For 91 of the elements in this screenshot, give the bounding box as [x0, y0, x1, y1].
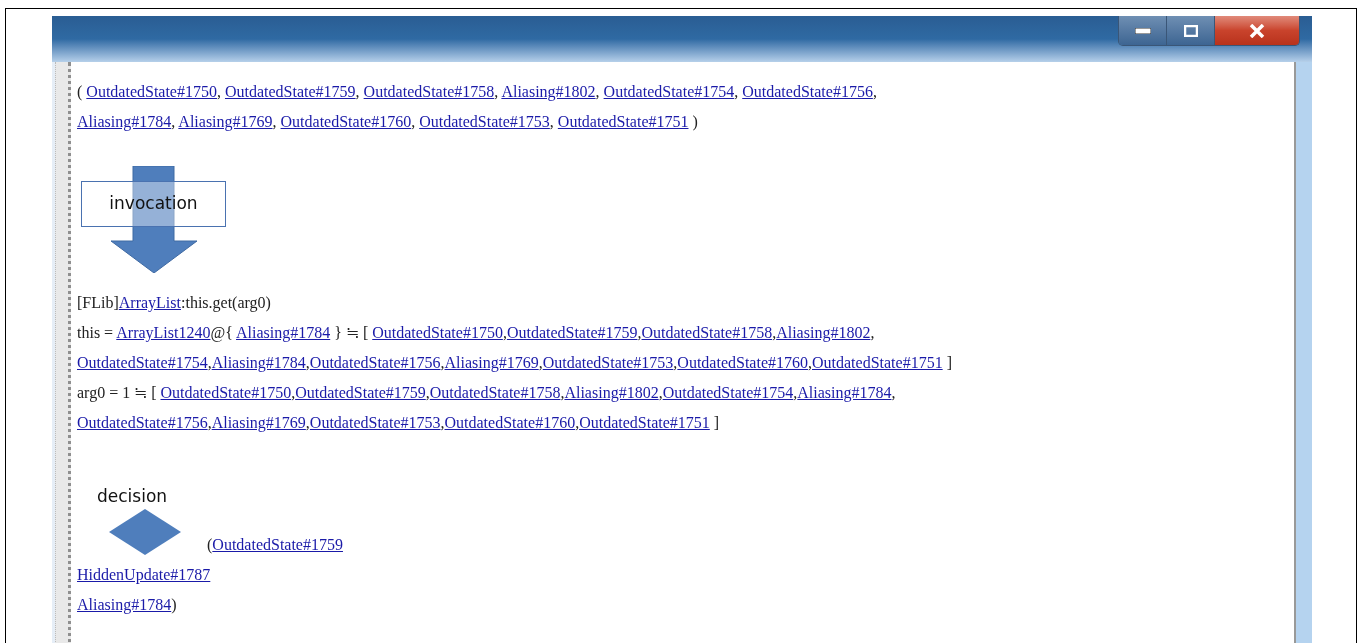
code-text: , [440, 354, 445, 371]
code-text: this = [77, 324, 115, 341]
link[interactable]: OutdatedState#1760 [677, 354, 808, 371]
maximize-button[interactable] [1167, 16, 1215, 45]
code-text: @{ [210, 324, 234, 341]
code-text: ] [712, 414, 720, 431]
link[interactable]: OutdatedState#1754 [662, 384, 794, 401]
link[interactable]: Aliasing#1802 [564, 384, 659, 401]
code-text: , [305, 354, 310, 371]
code-text: , [272, 113, 278, 130]
link[interactable]: OutdatedState#1759 [212, 536, 343, 553]
code-text: :this.get(arg0) [181, 294, 271, 311]
link[interactable]: OutdatedState#1754 [77, 354, 208, 371]
invocation-label: invocation [81, 181, 226, 227]
code-text: , [870, 324, 875, 341]
link[interactable]: OutdatedState#1758 [363, 83, 495, 100]
code-text: , [291, 384, 296, 401]
code-text: , [891, 384, 896, 401]
code-text: , [494, 83, 500, 100]
minimize-button[interactable] [1119, 16, 1167, 45]
link[interactable]: OutdatedState#1751 [579, 414, 710, 431]
link[interactable]: OutdatedState#1753 [419, 113, 550, 130]
link[interactable]: Aliasing#1769 [211, 414, 306, 431]
link[interactable]: ArrayList1240 [116, 324, 211, 341]
code-text: , [772, 324, 777, 341]
code-text: , [207, 414, 212, 431]
link[interactable]: OutdatedState#1756 [742, 83, 873, 100]
code-text: , [872, 83, 877, 100]
code-text: , [658, 384, 663, 401]
code-text: arg0 = 1 ≒ [ [77, 384, 158, 401]
link[interactable]: OutdatedState#1751 [557, 113, 689, 130]
code-text: , [549, 113, 555, 130]
link[interactable]: OutdatedState#1756 [77, 414, 208, 431]
link[interactable]: HiddenUpdate#1787 [77, 566, 211, 583]
link[interactable]: OutdatedState#1758 [429, 384, 561, 401]
link[interactable]: Aliasing#1784 [211, 354, 306, 371]
link[interactable]: Aliasing#1802 [501, 83, 596, 100]
code-text: , [216, 83, 222, 100]
code-text: ] [945, 354, 952, 371]
code-text: , [502, 324, 507, 341]
link[interactable]: OutdatedState#1760 [280, 113, 412, 130]
code-text: , [637, 324, 642, 341]
code-text: , [171, 113, 177, 130]
code-text: , [538, 354, 543, 371]
code-text: ) [691, 113, 698, 130]
link[interactable]: Aliasing#1784 [236, 324, 331, 341]
code-text: ( [207, 536, 213, 553]
link[interactable]: OutdatedState#1759 [295, 384, 426, 401]
link[interactable]: OutdatedState#1750 [86, 83, 217, 100]
link[interactable]: OutdatedState#1758 [641, 324, 773, 341]
code-text: [FLib] [77, 294, 119, 311]
code-text: , [355, 83, 361, 100]
code-text: , [673, 354, 678, 371]
code-text: , [411, 113, 417, 130]
code-text: , [440, 414, 445, 431]
link[interactable]: OutdatedState#1756 [309, 354, 441, 371]
link[interactable]: ArrayList [118, 294, 181, 311]
link[interactable]: Aliasing#1784 [77, 113, 172, 130]
link[interactable]: OutdatedState#1750 [160, 384, 292, 401]
code-text: , [808, 354, 812, 371]
code-text: , [575, 414, 580, 431]
code-text: , [207, 354, 212, 371]
link[interactable]: Aliasing#1784 [797, 384, 892, 401]
code-text: ( [77, 83, 84, 100]
code-text: } ≒ [ [333, 324, 370, 341]
link[interactable]: OutdatedState#1760 [444, 414, 576, 431]
code-text: , [305, 414, 310, 431]
code-text: , [595, 83, 601, 100]
code-text: , [734, 83, 740, 100]
link[interactable]: OutdatedState#1759 [224, 83, 356, 100]
link[interactable]: Aliasing#1802 [776, 324, 871, 341]
link[interactable]: Aliasing#1769 [444, 354, 539, 371]
close-button[interactable] [1215, 16, 1299, 45]
link[interactable]: OutdatedState#1753 [309, 414, 441, 431]
link[interactable]: OutdatedState#1753 [542, 354, 674, 371]
link[interactable]: OutdatedState#1759 [506, 324, 638, 341]
code-text: ) [171, 596, 177, 613]
close-icon [1249, 23, 1265, 38]
link[interactable]: Aliasing#1769 [178, 113, 273, 130]
diamond-icon [109, 509, 181, 555]
decision-label: decision [97, 485, 168, 508]
maximize-icon [1183, 24, 1198, 37]
down-arrow-icon [111, 166, 197, 273]
code-text: , [793, 384, 798, 401]
link[interactable]: OutdatedState#1754 [603, 83, 735, 100]
minimize-icon [1134, 27, 1151, 34]
code-text: , [425, 384, 430, 401]
link[interactable]: Aliasing#1784 [77, 596, 172, 613]
link[interactable]: OutdatedState#1750 [372, 324, 503, 341]
link[interactable]: OutdatedState#1751 [812, 354, 943, 371]
code-text: , [560, 384, 565, 401]
